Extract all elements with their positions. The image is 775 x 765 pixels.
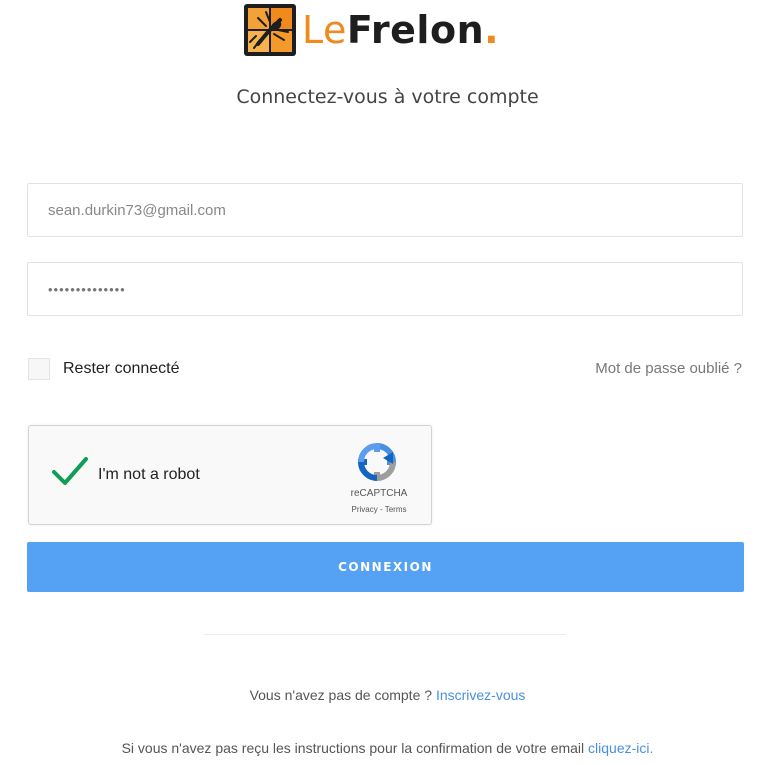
password-field[interactable]	[28, 263, 742, 315]
brand-name-part2: Frelon	[346, 8, 485, 52]
remember-me[interactable]: Rester connecté	[28, 358, 180, 380]
recaptcha-label: I'm not a robot	[98, 466, 200, 483]
recaptcha-widget: I'm not a robot reCAPTCHA Privacy - Term…	[28, 425, 432, 525]
hornet-logo-icon	[244, 4, 296, 56]
confirm-text: Si vous n'avez pas reçu les instructions…	[121, 740, 585, 756]
login-button[interactable]: CONNEXION	[27, 542, 744, 592]
brand-logo: LeFrelon.	[244, 4, 499, 56]
signup-link[interactable]: Inscrivez-vous	[436, 687, 525, 703]
login-page: LeFrelon. Connectez-vous à votre compte …	[0, 0, 775, 765]
remember-me-label: Rester connecté	[63, 360, 180, 377]
password-field-wrapper	[27, 262, 743, 316]
recaptcha-privacy-terms[interactable]: Privacy - Terms	[329, 505, 429, 514]
brand-name-part1: Le	[302, 8, 347, 52]
page-subtitle: Connectez-vous à votre compte	[236, 86, 539, 108]
remember-me-checkbox[interactable]	[28, 358, 50, 380]
brand-name: LeFrelon.	[302, 4, 499, 56]
checkmark-icon[interactable]	[51, 456, 89, 486]
email-field-wrapper	[27, 183, 743, 237]
email-field[interactable]	[28, 184, 742, 236]
signup-row: Vous n'avez pas de compte ? Inscrivez-vo…	[0, 687, 775, 703]
forgot-password-link[interactable]: Mot de passe oublié ?	[595, 360, 742, 377]
confirm-link[interactable]: cliquez-ici.	[588, 740, 653, 756]
recaptcha-brand: reCAPTCHA	[350, 488, 408, 499]
signup-text: Vous n'avez pas de compte ?	[249, 687, 433, 703]
divider	[204, 634, 566, 635]
confirm-row: Si vous n'avez pas reçu les instructions…	[0, 740, 775, 756]
brand-name-dot: .	[484, 8, 500, 52]
recaptcha-logo-icon	[357, 442, 397, 482]
